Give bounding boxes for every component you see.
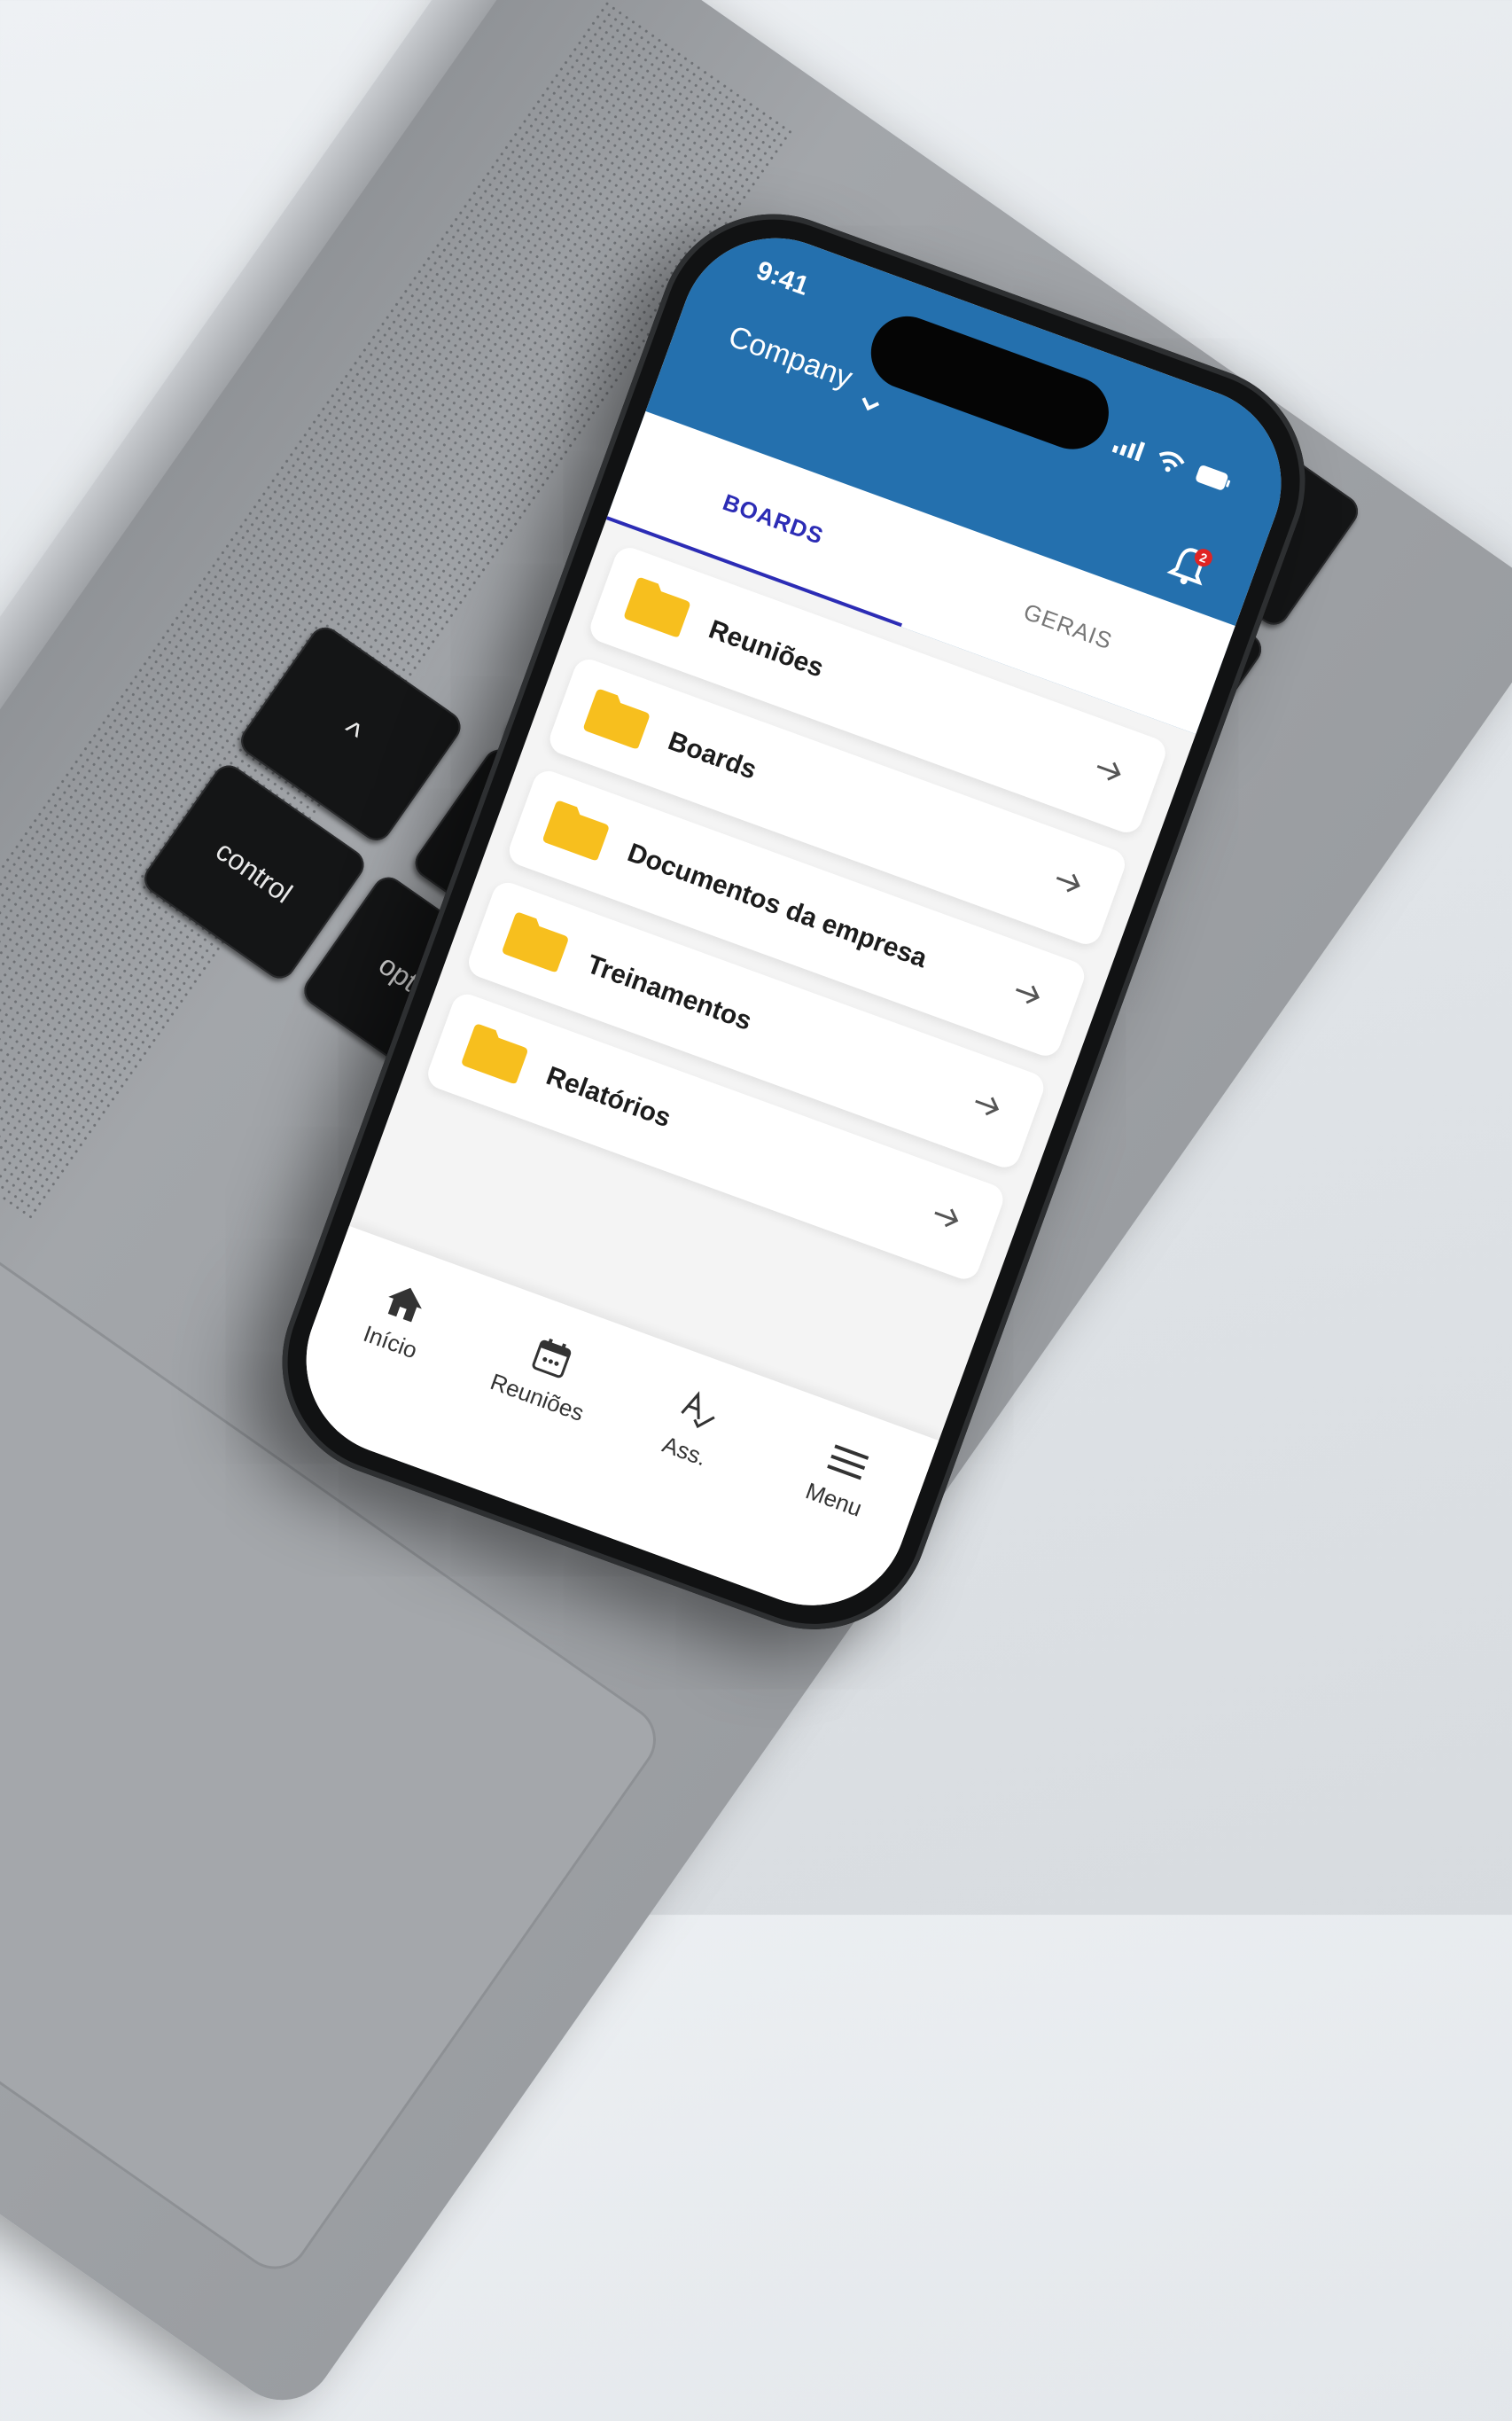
nav-label: Início: [360, 1319, 421, 1364]
chevron-down-icon: [861, 397, 879, 411]
signature-icon: [680, 1390, 715, 1428]
folder-icon: [462, 1024, 527, 1084]
company-label: Company: [724, 318, 857, 395]
folder-label: Boards: [664, 726, 760, 785]
arrow-right-icon: [1096, 761, 1121, 781]
company-selector[interactable]: Company: [721, 313, 892, 414]
nav-menu[interactable]: Menu: [755, 1420, 926, 1540]
battery-icon: [1196, 465, 1231, 490]
calendar-icon: [532, 1338, 571, 1378]
arrow-right-icon: [1016, 985, 1040, 1004]
bell-icon: 2: [1166, 548, 1212, 586]
wifi-icon: [1158, 451, 1185, 472]
folder-label: Reuniões: [705, 614, 828, 683]
arrow-right-icon: [975, 1097, 1000, 1116]
folder-icon: [583, 689, 650, 749]
nav-inicio[interactable]: Início: [312, 1259, 485, 1382]
notifications-button[interactable]: 2: [1162, 539, 1214, 597]
home-icon: [387, 1287, 422, 1323]
folder-icon: [503, 912, 568, 972]
menu-icon: [826, 1444, 869, 1480]
nav-reunioes[interactable]: Reuniões: [459, 1313, 632, 1437]
arrow-right-icon: [1056, 873, 1080, 893]
arrow-right-icon: [934, 1208, 959, 1228]
folder-icon: [624, 577, 690, 637]
signal-icon: [1111, 441, 1146, 462]
nav-label: Ass.: [659, 1430, 711, 1472]
status-icons: [1111, 433, 1234, 495]
dynamic-island: [861, 306, 1119, 460]
nav-ass[interactable]: Ass.: [606, 1367, 779, 1491]
status-time: 9:41: [752, 255, 813, 301]
nav-label: Menu: [802, 1477, 866, 1522]
folder-label: Treinamentos: [582, 949, 756, 1036]
folder-icon: [542, 800, 609, 861]
nav-label: Reuniões: [487, 1368, 588, 1426]
folder-label: Relatórios: [542, 1061, 675, 1134]
